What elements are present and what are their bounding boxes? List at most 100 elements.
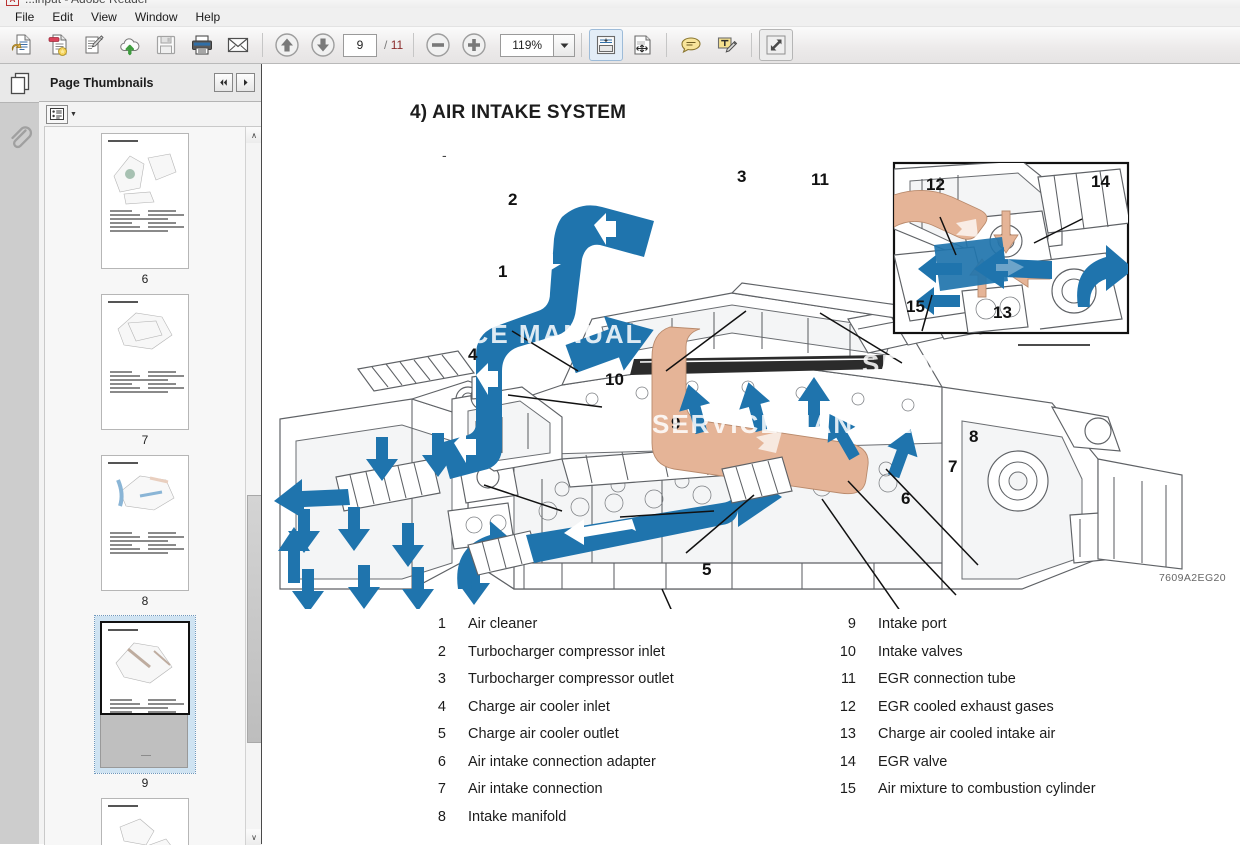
thumbnails-scroll-down-button[interactable]: ∨ [246, 829, 262, 845]
thumbnail-item[interactable]: 9 [94, 615, 196, 792]
parts-legend-row: 12 EGR cooled exhaust gases [820, 699, 1230, 727]
parts-legend-row: 13 Charge air cooled intake air [820, 726, 1230, 754]
thumbnail-page-preview[interactable] [101, 455, 189, 591]
page-thumbnails-icon [10, 72, 29, 95]
create-pdf-icon [48, 34, 67, 56]
adobe-reader-window: A ...input - Adobe Reader File Edit View… [0, 0, 1240, 845]
expand-panel-button[interactable] [236, 73, 255, 92]
print-button[interactable] [185, 29, 219, 61]
parts-legend-label: Intake manifold [468, 808, 567, 825]
thumbnail-page-preview[interactable] [101, 798, 189, 845]
parts-legend-row: 10 Intake valves [820, 644, 1230, 672]
email-button[interactable] [221, 29, 255, 61]
menu-view[interactable]: View [82, 8, 126, 26]
zoom-dropdown-button[interactable] [553, 33, 576, 57]
window-title: ...input - Adobe Reader [25, 0, 148, 6]
thumbnail-item[interactable]: 10 [101, 798, 189, 845]
rail-item-page-thumbnails[interactable] [0, 64, 39, 103]
thumbnail-item[interactable]: 6 [101, 133, 189, 288]
menu-edit[interactable]: Edit [43, 8, 82, 26]
parts-legend-label: EGR cooled exhaust gases [878, 698, 1054, 715]
create-pdf-button[interactable] [41, 29, 75, 61]
diagram-callout-6: 6 [901, 489, 911, 508]
menu-help[interactable]: Help [187, 8, 230, 26]
document-page[interactable]: 4) AIR INTAKE SYSTEM - .ol{fill:none;str… [262, 64, 1240, 844]
thumbnail-page-preview[interactable] [101, 294, 189, 430]
menu-window[interactable]: Window [126, 8, 187, 26]
fit-page-icon [597, 35, 616, 55]
thumbnail-selection-wrapper [94, 615, 196, 774]
edit-pdf-button[interactable] [77, 29, 111, 61]
thumbnail-options-button[interactable] [46, 104, 68, 124]
parts-legend-number: 10 [839, 643, 856, 660]
parts-legend-number: 7 [437, 781, 446, 797]
engine-illustration: .ol{fill:none;stroke:#5f6266;stroke-widt… [274, 161, 1183, 706]
parts-legend-label: Air intake connection [468, 781, 603, 797]
menu-file[interactable]: File [6, 8, 43, 26]
parts-legend-number: 12 [839, 698, 856, 715]
thumbnail-item[interactable]: 7 [101, 294, 189, 449]
read-mode-button[interactable] [759, 29, 794, 61]
upload-cloud-button[interactable] [113, 29, 147, 61]
parts-legend-number: 13 [839, 726, 856, 742]
previous-page-button[interactable] [270, 29, 304, 61]
parts-legend-number: 15 [839, 781, 856, 797]
thumbnails-scrollbar-thumb[interactable] [247, 495, 262, 743]
parts-legend-label: Air cleaner [468, 616, 538, 632]
parts-legend-number: 14 [839, 753, 856, 770]
diagram-callout-3: 3 [737, 167, 747, 186]
parts-legend-row: 9 Intake port [820, 616, 1230, 644]
thumbnails-scroll-up-button[interactable]: ∧ [246, 127, 262, 143]
thumbnail-item[interactable]: 8 [101, 455, 189, 610]
parts-legend-label: Charge air cooled intake air [878, 726, 1056, 742]
parts-legend-number: 3 [437, 671, 446, 687]
thumbnail-page-preview[interactable] [100, 621, 190, 715]
parts-legend-number: 9 [847, 616, 856, 632]
diagram-callout-2: 2 [508, 190, 518, 209]
menu-bar: File Edit View Window Help [0, 8, 1240, 27]
next-page-button[interactable] [306, 29, 340, 61]
thumbnail-page-overflow [100, 715, 188, 768]
diagram-callout-8: 8 [969, 427, 979, 446]
thumbnail-page-number: 7 [141, 433, 149, 447]
fit-page-button[interactable] [589, 29, 624, 61]
diagram-callout-5: 5 [702, 560, 712, 579]
envelope-icon [227, 37, 249, 53]
parts-legend-row: 3 Turbocharger compressor outlet [410, 671, 820, 699]
zoom-in-button[interactable] [457, 29, 491, 61]
thumbnails-list[interactable]: 6 7 8 9 10 ∧ ∨ [44, 126, 262, 845]
thumbnail-selection-wrapper [101, 798, 189, 845]
thumbnails-scrollbar[interactable]: ∧ ∨ [245, 127, 262, 845]
panel-header: Page Thumbnails [39, 64, 261, 102]
highlight-text-button[interactable] [710, 29, 744, 61]
diagram-callout-4: 4 [468, 345, 478, 364]
page-title: 4) AIR INTAKE SYSTEM [410, 102, 627, 123]
figure-code: 7609A2EG20 [1158, 572, 1226, 584]
thumbnail-options-caret-icon[interactable]: ▼ [70, 111, 77, 118]
highlight-text-icon [718, 37, 738, 53]
zoom-level-input[interactable]: 119% [500, 33, 554, 57]
rail-item-attachments[interactable] [0, 116, 39, 162]
diagram-callout-10: 10 [605, 370, 624, 389]
page-number-input[interactable]: 9 [343, 33, 377, 57]
toolbar-separator-5 [751, 33, 753, 57]
thumbnail-page-number: 6 [141, 272, 149, 286]
comment-balloon-icon [681, 37, 701, 54]
diagram-callout-9: 9 [671, 414, 681, 433]
parts-legend-number: 5 [437, 726, 446, 742]
parts-legend-row: 2 Turbocharger compressor inlet [410, 644, 820, 672]
panel-toolbar: ▼ [39, 102, 261, 126]
parts-legend-row: 4 Charge air cooler inlet [410, 699, 820, 727]
sticky-note-button[interactable] [674, 29, 708, 61]
parts-legend-row: 1 Air cleaner [410, 616, 820, 644]
fit-width-button[interactable] [625, 29, 659, 61]
save-button[interactable] [149, 29, 183, 61]
thumbnail-selection-wrapper [101, 294, 189, 430]
floppy-save-icon [156, 35, 176, 55]
thumbnail-page-preview[interactable] [101, 133, 189, 269]
zoom-out-button[interactable] [421, 29, 455, 61]
collapse-panel-button[interactable] [214, 73, 233, 92]
open-file-button[interactable] [5, 29, 39, 61]
parts-legend-label: Turbocharger compressor inlet [468, 643, 665, 660]
parts-legend-row: 15 Air mixture to combustion cylinder [820, 781, 1230, 809]
